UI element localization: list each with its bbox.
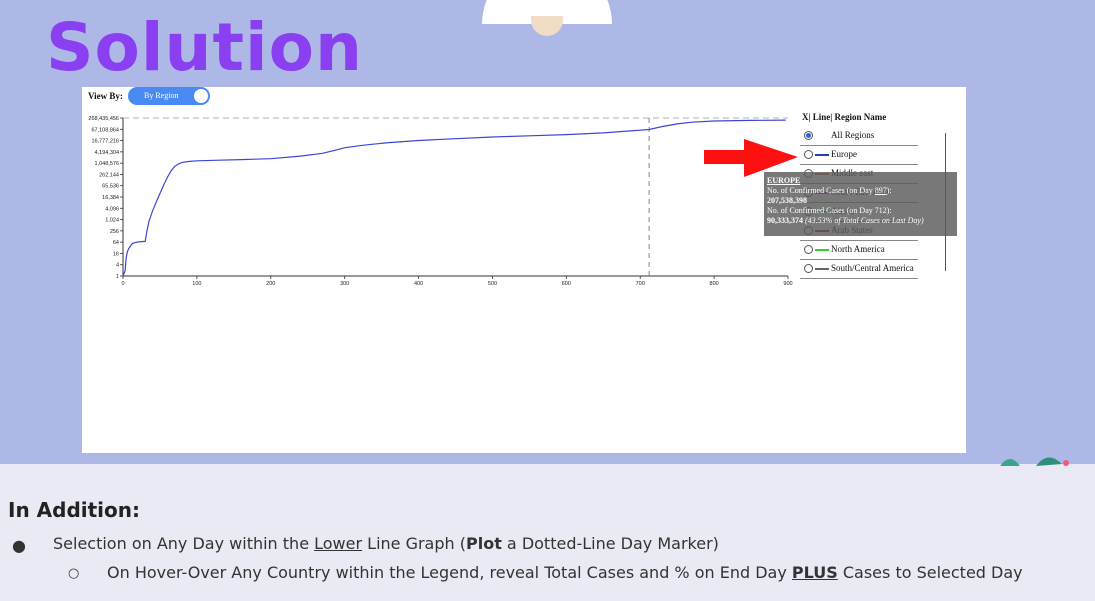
- legend-label: Europe: [831, 149, 857, 159]
- bullet-text-1: Selection on Any Day within the Lower Li…: [53, 534, 719, 553]
- legend-swatch: [815, 154, 829, 156]
- x-tick-label: 200: [266, 281, 275, 287]
- x-tick-label: 700: [636, 281, 645, 287]
- legend-label: All Regions: [831, 130, 875, 140]
- bullet1-bold: Plot: [465, 534, 502, 553]
- section-heading: In Addition:: [8, 498, 141, 522]
- y-tick-label: 1,048,576: [95, 161, 119, 167]
- x-tick-label: 600: [562, 281, 571, 287]
- x-tick-label: 900: [783, 281, 792, 287]
- bullet2-pre: On Hover-Over Any Country within the Leg…: [107, 563, 792, 582]
- legend-swatch: [815, 268, 829, 270]
- y-tick-label: 16: [113, 251, 119, 257]
- tooltip-line3: 90,333,374 (43.53% of Total Cases on Las…: [767, 216, 954, 226]
- y-tick-label: 1: [116, 274, 119, 280]
- view-by-label: View By:: [88, 91, 123, 101]
- legend-item[interactable]: South/Central America: [800, 260, 918, 279]
- bullet-text-2: On Hover-Over Any Country within the Leg…: [107, 563, 1023, 582]
- tooltip-last-day: 897: [874, 186, 887, 195]
- x-tick-label: 400: [414, 281, 423, 287]
- y-tick-label: 4,096: [105, 206, 119, 212]
- tooltip-percent-note: (43.53% of Total Cases on Last Day): [805, 216, 924, 225]
- plant-decoration: [1000, 457, 1069, 466]
- series-line: [122, 119, 786, 277]
- x-tick-label: 300: [340, 281, 349, 287]
- y-tick-label: 256: [110, 229, 119, 235]
- legend-title: X| Line| Region Name: [802, 112, 887, 122]
- hover-tooltip: EUROPE No. of Confirmed Cases (on Day 89…: [764, 172, 957, 236]
- y-tick-label: 64: [113, 240, 119, 246]
- x-tick-label: 800: [710, 281, 719, 287]
- y-tick-label: 16,777,216: [91, 139, 119, 145]
- bullet1-underline: Lower: [314, 534, 363, 553]
- legend-radio[interactable]: [804, 245, 813, 254]
- bullet-marker: ●: [12, 536, 26, 555]
- slide-title: Solution: [46, 9, 363, 86]
- bullet2-emph: PLUS: [791, 563, 838, 582]
- legend-radio[interactable]: [804, 150, 813, 159]
- y-tick-label: 4,194,304: [95, 150, 119, 156]
- y-tick-label: 268,435,456: [88, 116, 119, 122]
- tooltip-value1: 207,538,398: [767, 196, 807, 205]
- bullet2-post: Cases to Selected Day: [837, 563, 1023, 582]
- tooltip-line1-end: ):: [886, 186, 892, 195]
- legend-label: South/Central America: [831, 263, 914, 273]
- bullet1-post: a Dotted-Line Day Marker): [501, 534, 719, 553]
- tooltip-line2: No. of Confirmed Cases (on Day 712):: [767, 206, 892, 215]
- legend-radio[interactable]: [804, 131, 813, 140]
- y-tick-label: 4: [116, 263, 119, 269]
- legend-item[interactable]: Europe: [800, 146, 918, 165]
- y-tick-label: 65,536: [102, 184, 119, 190]
- tooltip-line1: No. of Confirmed Cases (on Day 897):: [767, 186, 954, 196]
- dashboard-panel: 1 4 16 64 256 1,024 4,096 16,384 65,536 262,144 1,…: [82, 87, 966, 453]
- legend-swatch: [815, 249, 829, 251]
- view-by-toggle[interactable]: By Region: [128, 87, 210, 105]
- sub-bullet-marker: ○: [68, 566, 80, 581]
- x-tick-label: 500: [488, 281, 497, 287]
- legend-label: North America: [831, 244, 885, 254]
- bullet1-pre: Selection on Any Day within the: [53, 534, 315, 553]
- y-tick-label: 262,144: [99, 172, 119, 178]
- y-tick-label: 16,384: [102, 195, 119, 201]
- y-tick-label: 1,024: [105, 218, 119, 224]
- tooltip-line1-text: No. of Confirmed Cases (on Day: [767, 186, 875, 195]
- y-tick-label: 67,108,864: [91, 127, 119, 133]
- x-tick-label: 100: [192, 281, 201, 287]
- toggle-label: By Region: [144, 91, 179, 100]
- legend-item[interactable]: All Regions: [800, 127, 918, 146]
- toggle-knob[interactable]: [194, 89, 208, 103]
- legend-item[interactable]: North America: [800, 241, 918, 260]
- legend-radio[interactable]: [804, 264, 813, 273]
- bullet1-mid: Line Graph (: [362, 534, 466, 553]
- red-arrow-annotation: [704, 139, 798, 177]
- tooltip-value2: 90,333,374: [767, 216, 803, 225]
- x-tick-label: 0: [121, 281, 124, 287]
